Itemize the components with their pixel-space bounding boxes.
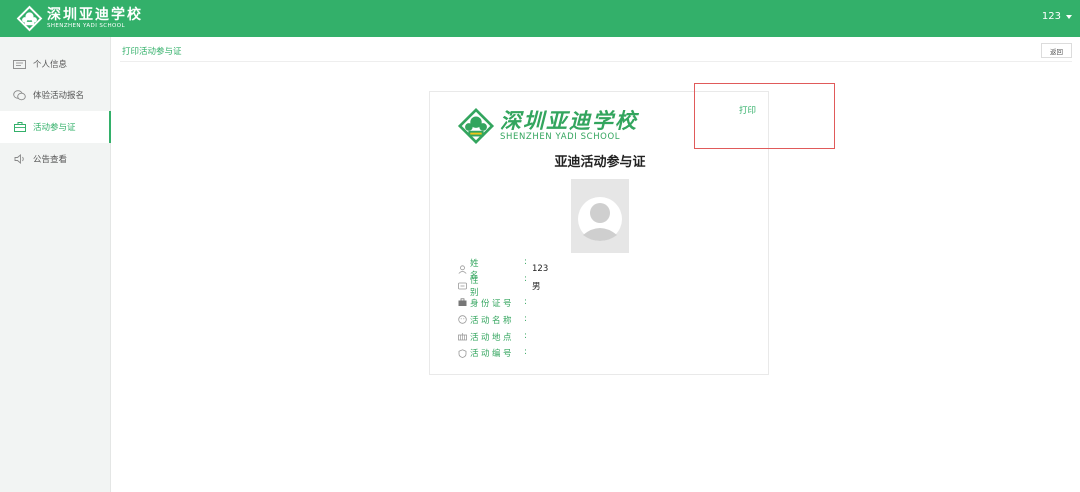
field-label: 身份证号 xyxy=(470,298,515,309)
top-header: 深圳亚迪学校 SHENZHEN YADI SCHOOL 123 xyxy=(0,0,1080,37)
back-button[interactable]: 返回 xyxy=(1041,43,1072,58)
header-logo-en: SHENZHEN YADI SCHOOL xyxy=(47,22,125,29)
field-value: 男 xyxy=(532,282,541,293)
school-logo[interactable]: 深圳亚迪学校 SHENZHEN YADI SCHOOL xyxy=(16,5,143,32)
chat-bubbles-icon xyxy=(13,89,26,100)
header-logo-cn: 深圳亚迪学校 xyxy=(47,6,143,23)
field-label: 活动地点 xyxy=(470,332,515,343)
school-emblem-icon xyxy=(16,5,43,32)
gender-icon xyxy=(457,281,467,291)
sidebar-item-activity-pass[interactable]: 活动参与证 xyxy=(0,111,111,143)
sidebar-item-label: 体验活动报名 xyxy=(33,91,85,101)
sidebar-item-label: 活动参与证 xyxy=(33,123,76,133)
id-card-icon xyxy=(13,59,26,69)
card-logo: 深圳亚迪学校 SHENZHEN YADI SCHOOL xyxy=(457,107,638,145)
person-icon xyxy=(457,264,467,274)
speaker-icon xyxy=(13,154,26,164)
field-row-id-number: 身份证号: xyxy=(457,295,548,312)
field-value: 123 xyxy=(532,264,549,275)
briefcase-icon xyxy=(13,122,26,132)
avatar-placeholder xyxy=(571,179,629,253)
breadcrumb-divider xyxy=(120,61,1072,62)
sidebar-item-announcements[interactable]: 公告查看 xyxy=(0,143,111,175)
field-row-gender: 性别: 男 xyxy=(457,274,548,298)
sidebar-item-activity-signup[interactable]: 体验活动报名 xyxy=(0,79,111,111)
print-highlight-box xyxy=(694,83,835,149)
field-row-activity-location: 活动地点: xyxy=(457,328,548,345)
activity-icon xyxy=(457,315,467,325)
pass-fields: 姓名: 123 性别: 男 身份证号: 活动名称: 活动地点: 活动编号: xyxy=(457,257,549,362)
user-name: 123 xyxy=(1041,11,1061,22)
field-label: 活动编号 xyxy=(470,349,515,360)
chevron-down-icon xyxy=(1066,14,1072,19)
print-button[interactable]: 打印 xyxy=(739,104,756,116)
sidebar-item-label: 公告查看 xyxy=(33,155,68,165)
field-label: 活动名称 xyxy=(470,315,515,326)
location-icon xyxy=(457,332,467,342)
field-row-activity-name: 活动名称: xyxy=(457,311,548,328)
card-logo-cn: 深圳亚迪学校 xyxy=(500,108,638,133)
breadcrumb: 打印活动参与证 xyxy=(122,47,182,57)
card-logo-en: SHENZHEN YADI SCHOOL xyxy=(500,132,621,142)
sidebar-item-label: 个人信息 xyxy=(33,60,68,70)
id-icon xyxy=(457,298,467,308)
user-menu[interactable]: 123 xyxy=(1042,11,1072,22)
sidebar-item-personal-info[interactable]: 个人信息 xyxy=(0,48,111,80)
field-label: 性别 xyxy=(470,276,505,299)
school-emblem-icon xyxy=(457,107,495,145)
card-title: 亚迪活动参与证 xyxy=(554,155,646,170)
number-icon xyxy=(457,348,467,358)
sidebar: 个人信息 体验活动报名 活动参与证 公告查看 xyxy=(0,37,111,492)
field-row-activity-number: 活动编号: xyxy=(457,345,548,362)
